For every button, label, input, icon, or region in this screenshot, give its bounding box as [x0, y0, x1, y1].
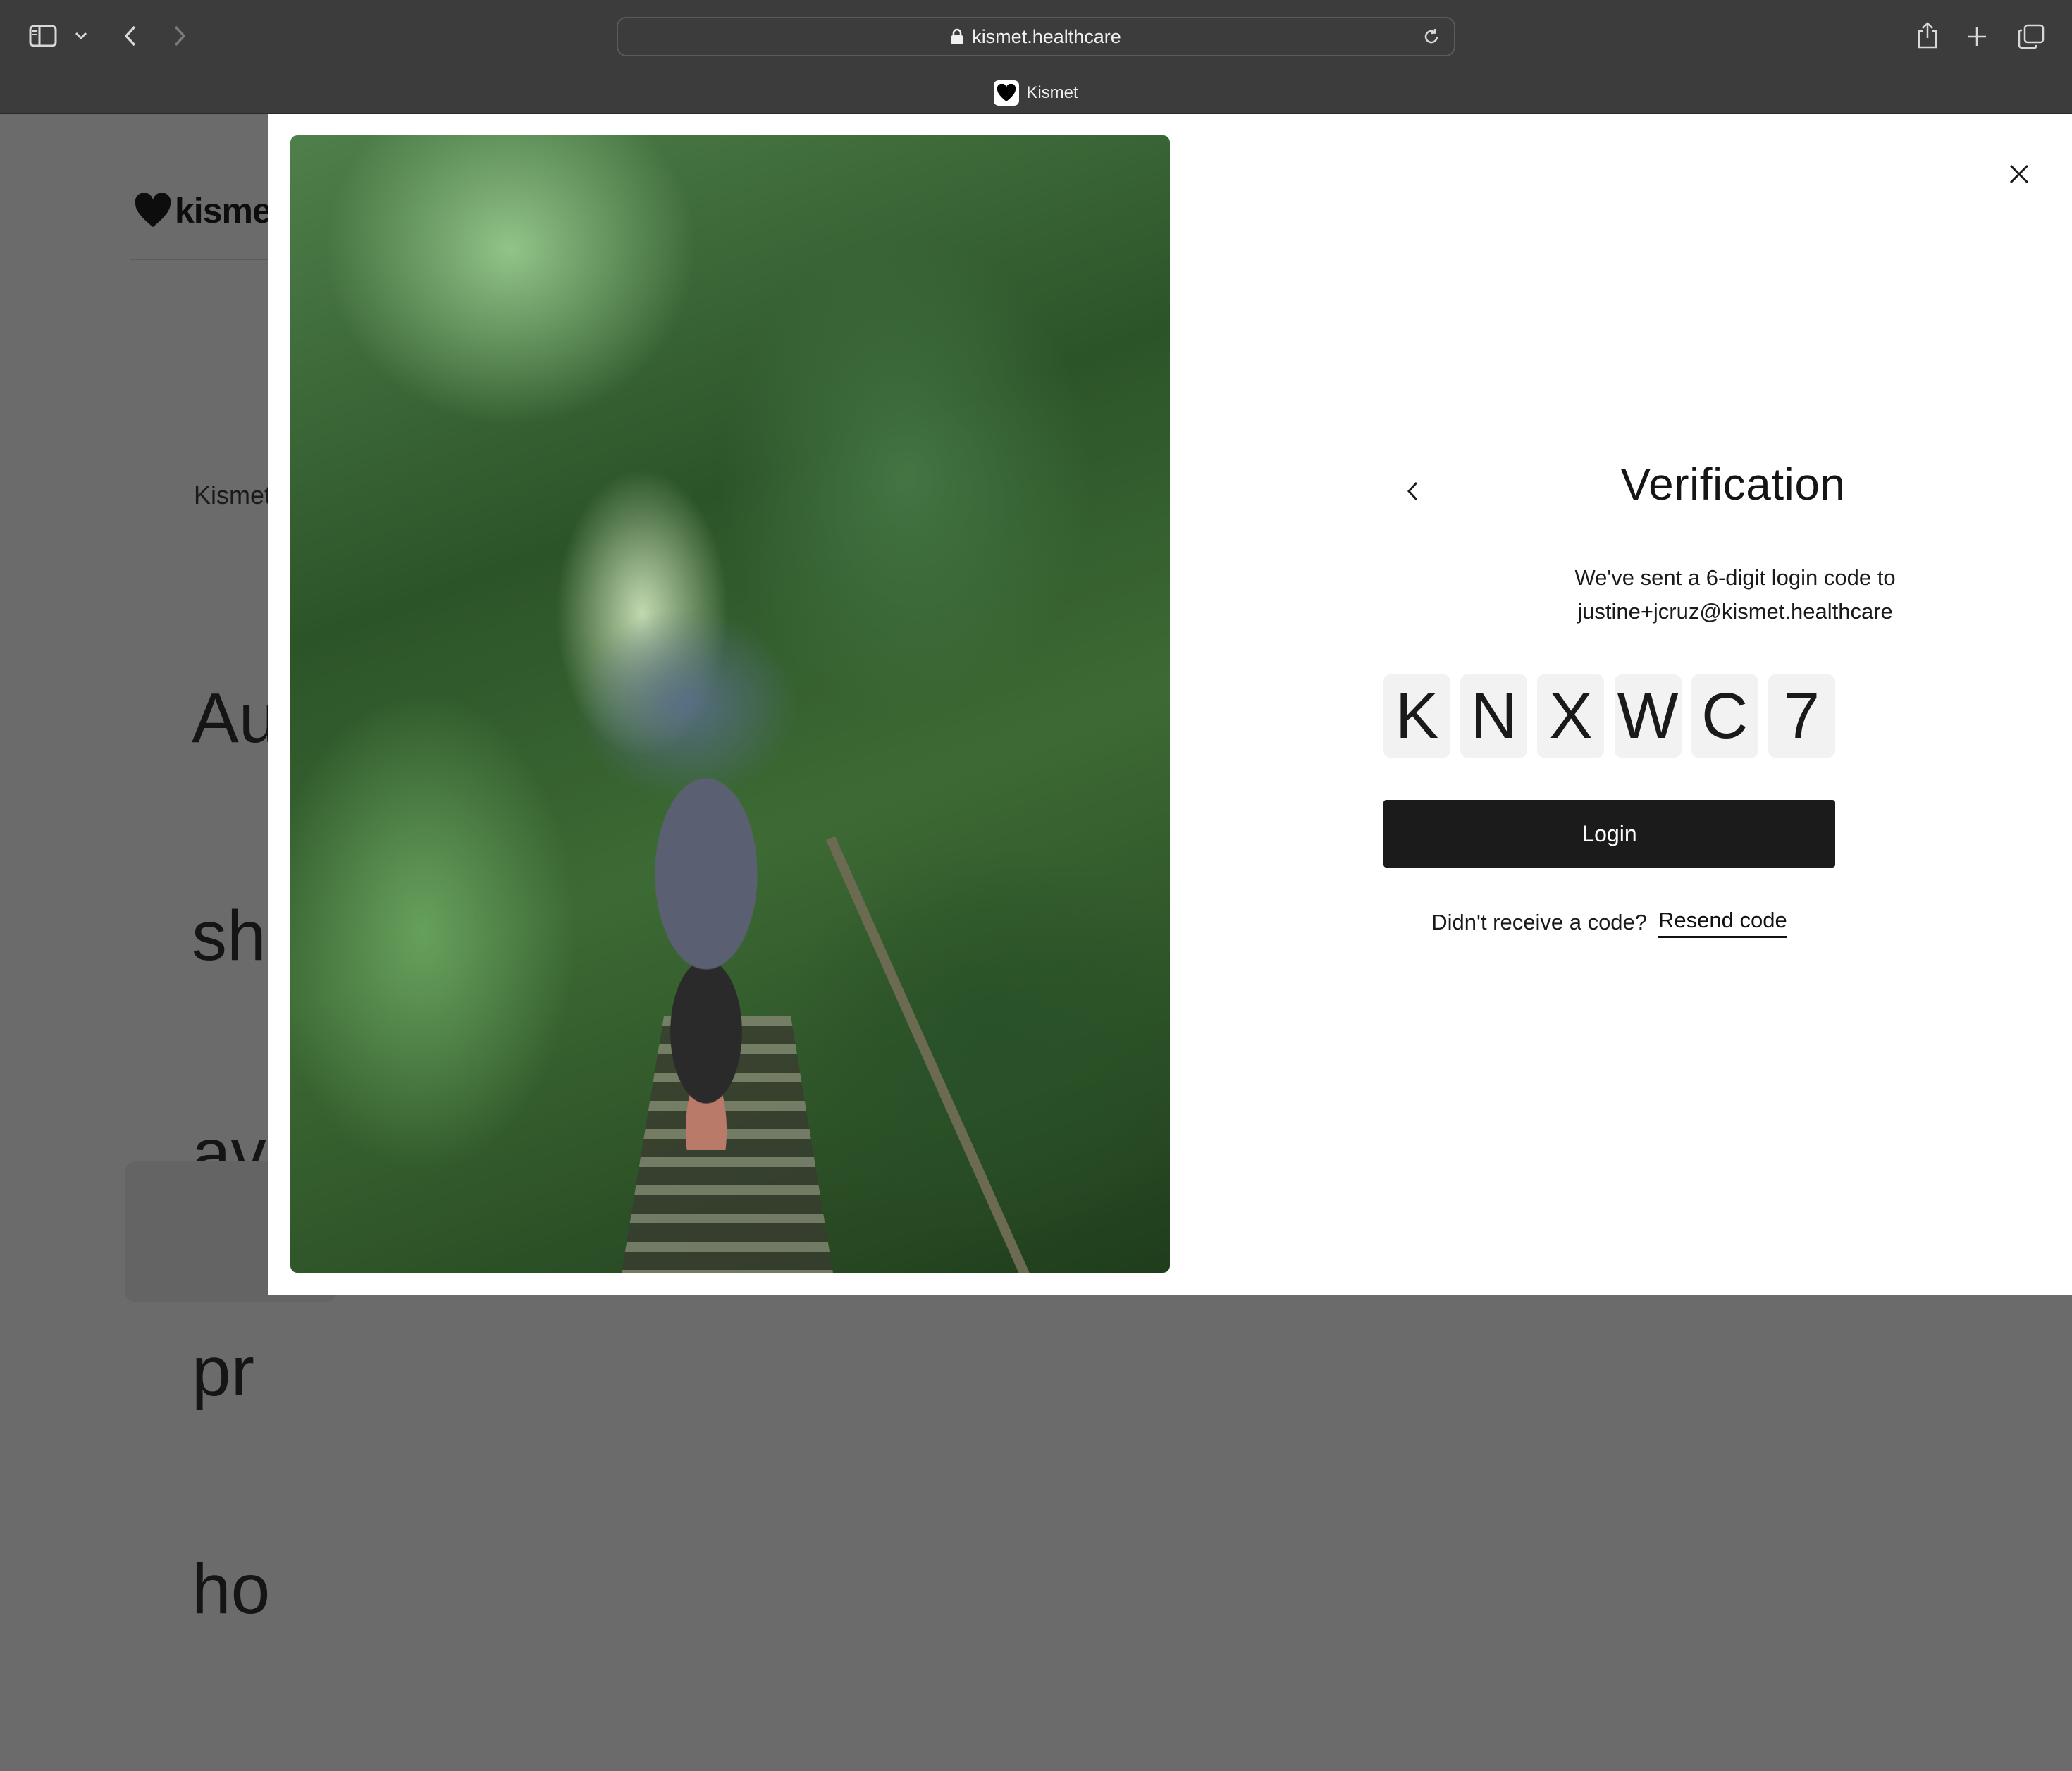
- reload-icon: [1424, 28, 1438, 44]
- photo-handrail: [826, 836, 1036, 1273]
- sidebar-icon: [29, 25, 57, 47]
- heart-icon: [135, 193, 171, 228]
- hero-headline-line: ho: [192, 1550, 271, 1629]
- resend-row: Didn't receive a code? Resend code: [1383, 905, 1835, 940]
- plus-icon: [1968, 27, 1986, 46]
- logo-text: kismet: [175, 191, 283, 230]
- tab-title: Kismet: [1026, 83, 1078, 102]
- modal-title: Verification: [1620, 459, 1846, 510]
- tabs-icon: [2018, 24, 2045, 49]
- code-digit-3[interactable]: [1537, 674, 1605, 758]
- hero-headline-line: pr: [192, 1332, 254, 1411]
- resend-code-link[interactable]: Resend code: [1658, 908, 1787, 938]
- url-text: kismet.healthcare: [972, 25, 1121, 47]
- new-tab-button[interactable]: [1963, 23, 1991, 51]
- site-logo: kismet: [134, 190, 283, 231]
- chevron-left-icon: [1407, 481, 1418, 501]
- back-arrow-icon: [124, 25, 136, 47]
- verification-modal: Verification We've sent a 6-digit login …: [268, 114, 2072, 1295]
- browser-toolbar: kismet.healthcare Kismet: [0, 0, 2072, 114]
- resend-prompt: Didn't receive a code?: [1431, 910, 1648, 934]
- share-button[interactable]: [1913, 18, 1942, 52]
- header-divider: [130, 259, 271, 260]
- hero-eyebrow: Kismet: [194, 481, 272, 510]
- chevron-down-icon: [75, 32, 87, 40]
- recipient-email: justine+jcruz@kismet.healthcare: [1577, 599, 1893, 624]
- address-bar[interactable]: kismet.healthcare: [617, 17, 1455, 56]
- close-icon: [2009, 164, 2029, 184]
- code-digit-2[interactable]: [1460, 674, 1528, 758]
- active-tab[interactable]: Kismet: [0, 79, 2072, 107]
- code-digit-5[interactable]: [1691, 674, 1758, 758]
- photo-hiker: [622, 755, 791, 1150]
- heart-icon: [994, 80, 1020, 106]
- code-digit-1[interactable]: [1383, 674, 1450, 758]
- back-button[interactable]: [116, 20, 144, 52]
- sidebar-menu-button[interactable]: [70, 25, 92, 47]
- code-input-group: [1383, 674, 1835, 758]
- code-digit-4[interactable]: [1614, 674, 1682, 758]
- tab-overview-button[interactable]: [2016, 21, 2047, 52]
- hiking-photo: [290, 135, 1170, 1273]
- reload-button[interactable]: [1422, 27, 1441, 47]
- close-button[interactable]: [1994, 149, 2044, 199]
- description-text: We've sent a 6-digit login code to: [1574, 565, 1896, 590]
- modal-description: We've sent a 6-digit login code to justi…: [1383, 561, 2072, 629]
- share-icon: [1918, 22, 1937, 49]
- back-step-button[interactable]: [1392, 470, 1434, 512]
- sidebar-toggle-button[interactable]: [25, 21, 61, 51]
- lock-icon: [951, 28, 963, 44]
- code-digit-6[interactable]: [1768, 674, 1835, 758]
- login-button[interactable]: Login: [1383, 800, 1835, 868]
- forward-button[interactable]: [166, 20, 194, 52]
- forward-arrow-icon: [174, 25, 186, 47]
